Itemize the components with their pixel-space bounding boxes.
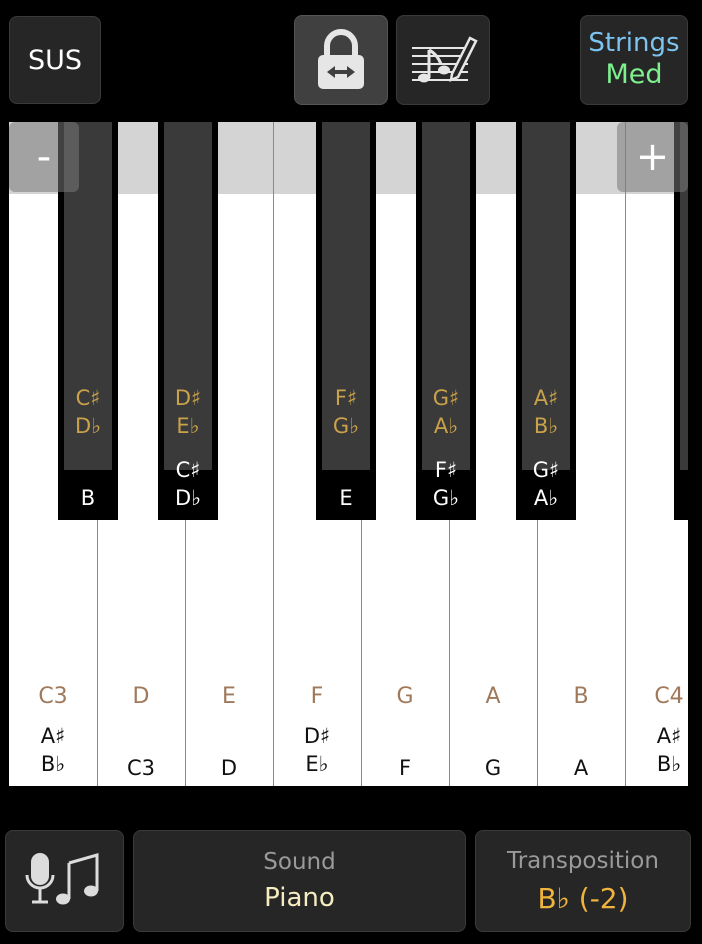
- white-key-alt-1: A♯: [40, 724, 66, 748]
- zoom-in-button[interactable]: +: [617, 122, 688, 192]
- black-key[interactable]: G♯ A♭ F♯ G♭: [416, 122, 476, 520]
- transposition-value: B♭ (-2): [537, 881, 629, 915]
- mic-button[interactable]: [5, 830, 124, 932]
- black-key-sharp: G♯: [432, 386, 460, 410]
- white-key-alt-2: A: [573, 756, 589, 780]
- lock-swap-icon: [318, 29, 364, 89]
- white-key-alt-2: B♭: [656, 752, 682, 776]
- white-key-name: C3: [38, 684, 68, 709]
- black-key-flat: E♭: [176, 414, 200, 438]
- black-key-sharp: D♯: [174, 386, 202, 410]
- white-key-name: E: [222, 684, 236, 709]
- sound-value: Piano: [264, 883, 335, 913]
- black-key-flat: A♭: [433, 414, 459, 438]
- black-key[interactable]: D♯ E♭ C♯ D♭: [158, 122, 218, 520]
- white-key-alt-2: E♭: [305, 752, 329, 776]
- white-key-alt-1: D♯: [303, 724, 331, 748]
- white-key-name: C4: [654, 684, 684, 709]
- white-key-alt-2: C3: [126, 756, 156, 780]
- black-key-alt-2: D♭: [174, 486, 202, 510]
- black-key-sharp: A♯: [533, 386, 559, 410]
- zoom-out-button[interactable]: -: [9, 122, 79, 192]
- sus-label: SUS: [27, 44, 83, 76]
- instrument-button[interactable]: Strings Med: [580, 15, 688, 105]
- white-key-name: G: [396, 684, 414, 709]
- mic-music-icon: [25, 853, 98, 905]
- black-key-flat: B♭: [533, 414, 559, 438]
- white-key-alt-2: D: [220, 756, 238, 780]
- black-key-flat: D♭: [74, 414, 102, 438]
- black-key-alt-1: G♯: [532, 458, 560, 482]
- notes-button[interactable]: [396, 15, 490, 105]
- white-key-alt-1: A♯: [656, 724, 682, 748]
- black-key-alt-2: G♭: [432, 486, 460, 510]
- black-key[interactable]: F♯ G♭ E: [316, 122, 376, 520]
- black-key-alt-1: C♯: [175, 458, 201, 482]
- white-key-alt-2: G: [484, 756, 502, 780]
- sound-button[interactable]: Sound Piano: [133, 830, 466, 932]
- black-key-alt-2: A♭: [533, 486, 559, 510]
- black-key-alt-2: B: [80, 486, 96, 510]
- black-key-sharp: F♯: [334, 386, 358, 410]
- white-key-alt-2: B♭: [40, 752, 66, 776]
- zoom-out-label: -: [36, 134, 52, 180]
- music-pencil-icon: [412, 36, 478, 83]
- instrument-variant: Med: [605, 59, 663, 91]
- white-key-name: F: [310, 684, 324, 709]
- instrument-name: Strings: [588, 28, 680, 59]
- transposition-button[interactable]: Transposition B♭ (-2): [475, 830, 691, 932]
- black-key-alt-2: E: [339, 486, 353, 510]
- white-key-alt-2: F: [398, 756, 412, 780]
- zoom-in-label: +: [635, 134, 670, 180]
- black-key-alt-1: F♯: [434, 458, 458, 482]
- black-key-sharp: C♯: [75, 386, 101, 410]
- white-key-name: D: [132, 684, 150, 709]
- sound-caption: Sound: [263, 849, 336, 875]
- transposition-caption: Transposition: [507, 847, 659, 874]
- sus-button[interactable]: SUS: [9, 16, 101, 104]
- black-key-flat: G♭: [332, 414, 360, 438]
- lock-button[interactable]: [294, 15, 388, 105]
- black-key[interactable]: A♯ B♭ G♯ A♭: [516, 122, 576, 520]
- white-key-name: B: [573, 684, 589, 709]
- white-key-name: A: [485, 684, 501, 709]
- piano-keyboard[interactable]: C3 A♯ B♭ D C3 E D F D♯ E♭ G F A G B A C4…: [9, 122, 688, 786]
